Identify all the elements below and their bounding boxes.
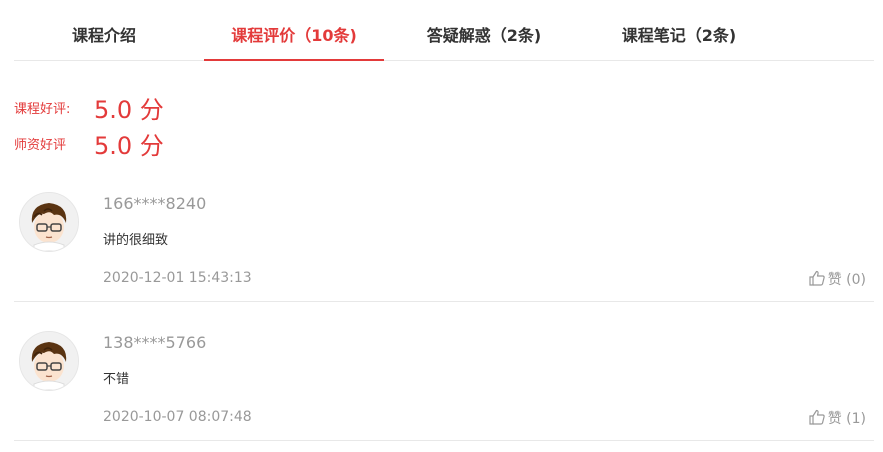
tab-course-reviews[interactable]: 课程评价（10条) [204,0,384,61]
cartoon-user-avatar-icon [20,332,78,390]
comment-time: 2020-10-07 08:07:48 [103,409,252,425]
like-count: (1) [846,411,866,427]
comment-text: 讲的很细致 [103,233,169,248]
thumbs-up-icon [809,409,825,425]
like-button[interactable]: 赞 (0) [808,269,866,289]
comment-time: 2020-12-01 15:43:13 [103,270,252,286]
like-label: 赞 [827,272,842,288]
course-tabs: 课程介绍 课程评价（10条) 答疑解惑（2条) 课程笔记（2条) [14,0,874,61]
comment-text: 不错 [103,372,130,387]
comment-item: 166****8240 讲的很细致 2020-12-01 15:43:13 赞 … [14,162,874,302]
teacher-rating-label: 师资好评 [14,138,67,153]
course-rating-label: 课程好评: [14,102,71,117]
course-rating-value: 5.0 分 [94,96,164,124]
teacher-rating-value: 5.0 分 [94,132,164,160]
avatar [19,331,79,391]
like-label: 赞 [827,411,842,427]
user-name: 166****8240 [103,194,207,213]
tab-course-notes[interactable]: 课程笔记（2条) [599,0,759,60]
like-count: (0) [846,272,866,288]
avatar [19,192,79,252]
tab-course-intro[interactable]: 课程介绍 [44,0,164,60]
comment-item: 138****5766 不错 2020-10-07 08:07:48 赞 (1) [14,301,874,441]
cartoon-user-avatar-icon [20,193,78,251]
user-name: 138****5766 [103,333,207,352]
like-button[interactable]: 赞 (1) [808,408,866,428]
thumbs-up-icon [809,270,825,286]
tab-qa[interactable]: 答疑解惑（2条) [409,0,559,60]
